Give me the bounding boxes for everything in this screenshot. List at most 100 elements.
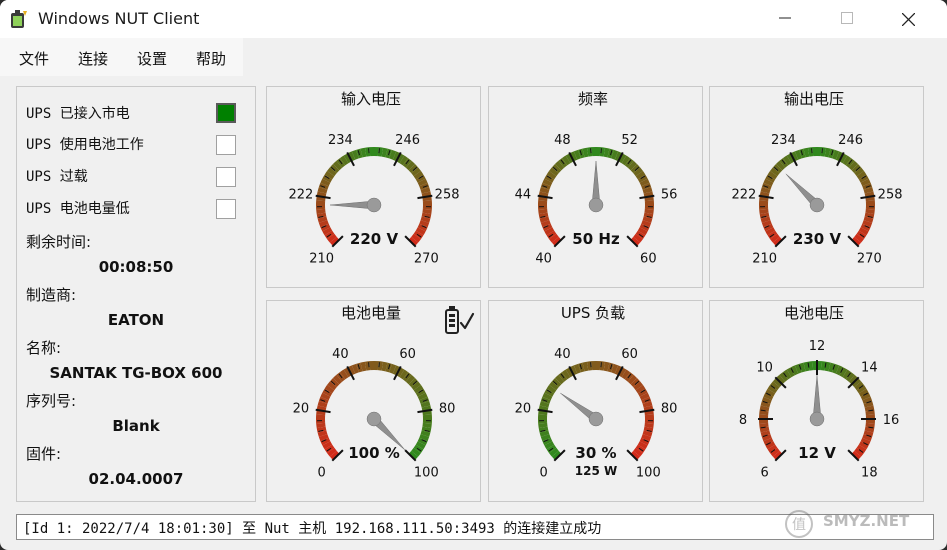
gauge-value: 230 V bbox=[793, 230, 842, 248]
gauge-band-segment bbox=[644, 414, 654, 419]
window-title: Windows NUT Client bbox=[38, 9, 200, 28]
gauge-tick-label: 40 bbox=[332, 347, 349, 362]
firmware-value: 02.04.0007 bbox=[88, 470, 184, 488]
status-low-battery-checkbox[interactable] bbox=[216, 199, 236, 219]
status-online-checkbox[interactable] bbox=[216, 103, 236, 123]
status-online-label: UPS 已接入市电 bbox=[26, 106, 130, 122]
watermark: 值 SMYZ.NET bbox=[783, 509, 933, 539]
status-on-battery-checkbox[interactable] bbox=[216, 135, 236, 155]
gauge-title: UPS 负载 bbox=[561, 304, 625, 322]
gauge-title: 频率 bbox=[578, 90, 608, 108]
menu-file[interactable]: 文件 bbox=[19, 48, 49, 69]
gauge-band-segment bbox=[316, 200, 326, 205]
close-button[interactable] bbox=[885, 0, 931, 38]
title-bar[interactable]: Windows NUT Client bbox=[0, 0, 947, 38]
gauge-tick-label: 222 bbox=[731, 187, 756, 202]
svg-text:值: 值 bbox=[792, 517, 806, 533]
gauge-input-voltage: 输入电压 210 222 234 246 258 270 220 V bbox=[266, 86, 481, 288]
gauge-tick-label: 100 bbox=[636, 465, 661, 480]
gauge-tick-label: 14 bbox=[861, 361, 878, 376]
gauge-battery-charge: 电池电量 0 20 40 60 80 100 100 % bbox=[266, 300, 481, 502]
gauge-tick-label: 56 bbox=[661, 187, 678, 202]
gauge-tick-label: 40 bbox=[535, 251, 552, 266]
gauge-tick-label: 18 bbox=[861, 465, 878, 480]
gauge-band-segment bbox=[369, 147, 374, 157]
gauge-band-segment bbox=[538, 414, 548, 419]
serial-label: 序列号: bbox=[26, 392, 77, 410]
serial-value: Blank bbox=[112, 417, 160, 435]
gauge-hub bbox=[366, 197, 382, 213]
gauge-tick-label: 6 bbox=[761, 465, 769, 480]
gauge-svg: 输入电压 210 222 234 246 258 270 220 V bbox=[288, 90, 460, 266]
gauge-tick-label: 258 bbox=[878, 187, 903, 202]
gauge-tick-label: 210 bbox=[752, 251, 777, 266]
gauge-tick-label: 8 bbox=[739, 413, 747, 428]
maximize-button[interactable] bbox=[824, 0, 870, 38]
model-value: SANTAK TG-BOX 600 bbox=[49, 364, 223, 382]
watermark-logo-icon: 值 bbox=[785, 510, 813, 538]
gauge-band-segment bbox=[374, 147, 379, 157]
gauge-band-segment bbox=[422, 414, 432, 419]
menu-connect[interactable]: 连接 bbox=[78, 48, 108, 69]
gauge-band-segment bbox=[591, 147, 596, 157]
gauge-tick-label: 0 bbox=[318, 465, 326, 480]
gauge-band-segment bbox=[644, 200, 654, 205]
menu-help[interactable]: 帮助 bbox=[196, 48, 226, 69]
gauge-band-segment bbox=[596, 147, 601, 157]
log-message: [Id 1: 2022/7/4 18:01:30] 至 Nut 主机 192.1… bbox=[23, 521, 602, 537]
gauge-svg: 电池电压 6 8 10 12 14 16 18 12 V bbox=[739, 304, 899, 480]
gauge-hub bbox=[588, 411, 604, 427]
maximize-icon bbox=[841, 12, 853, 24]
app-window: Windows NUT Client 文件 连接 设置 帮助 UPS 已接入市电… bbox=[0, 0, 947, 550]
gauge-tick-label: 20 bbox=[293, 401, 310, 416]
close-icon bbox=[901, 12, 915, 27]
gauge-band-segment bbox=[817, 147, 822, 157]
gauge-value: 50 Hz bbox=[572, 230, 620, 248]
gauge-hub bbox=[366, 411, 382, 427]
minimize-button[interactable] bbox=[762, 0, 808, 38]
gauge-hub bbox=[809, 197, 825, 213]
menu-bar: 文件 连接 设置 帮助 bbox=[0, 38, 947, 76]
gauge-value: 30 % bbox=[575, 444, 616, 462]
gauge-output-voltage: 输出电压 210 222 234 246 258 270 230 V bbox=[709, 86, 924, 288]
gauge-tick-label: 100 bbox=[414, 465, 439, 480]
gauge-svg: UPS 负载 0 20 40 60 80 100 30 % 125 W bbox=[515, 304, 678, 480]
gauge-svg: 输出电压 210 222 234 246 258 270 230 V bbox=[731, 90, 903, 266]
gauge-tick-label: 20 bbox=[515, 401, 532, 416]
gauge-battery-voltage: 电池电压 6 8 10 12 14 16 18 12 V bbox=[709, 300, 924, 502]
gauge-tick-label: 12 bbox=[809, 339, 826, 354]
gauge-title: 输入电压 bbox=[341, 90, 401, 108]
gauge-band-segment bbox=[596, 361, 601, 371]
gauge-band-segment bbox=[812, 147, 817, 157]
gauge-tick-label: 246 bbox=[395, 133, 420, 148]
gauge-value: 220 V bbox=[350, 230, 399, 248]
app-icon bbox=[11, 10, 27, 28]
gauge-title: 输出电压 bbox=[784, 90, 844, 108]
gauge-hub bbox=[809, 411, 825, 427]
gauge-tick-label: 0 bbox=[540, 465, 548, 480]
gauge-tick-label: 270 bbox=[857, 251, 882, 266]
gauge-ups-load: UPS 负载 0 20 40 60 80 100 30 % 125 W bbox=[488, 300, 703, 502]
gauge-svg: 频率 40 44 48 52 56 60 50 Hz bbox=[515, 90, 678, 266]
gauge-tick-label: 80 bbox=[439, 401, 456, 416]
gauge-tick-label: 40 bbox=[554, 347, 571, 362]
status-overload-checkbox[interactable] bbox=[216, 167, 236, 187]
gauge-title: 电池电压 bbox=[784, 304, 844, 322]
gauge-tick-label: 258 bbox=[435, 187, 460, 202]
gauge-tick-label: 10 bbox=[756, 361, 773, 376]
gauge-band-segment bbox=[422, 200, 432, 205]
gauge-tick-label: 210 bbox=[309, 251, 334, 266]
gauge-band-segment bbox=[865, 200, 875, 205]
status-on-battery-label: UPS 使用电池工作 bbox=[26, 137, 144, 153]
manufacturer-label: 制造商: bbox=[26, 286, 77, 304]
gauge-sub-value: 125 W bbox=[575, 464, 617, 478]
gauge-tick-label: 48 bbox=[554, 133, 571, 148]
gauge-tick-label: 52 bbox=[621, 133, 638, 148]
gauge-tick-label: 222 bbox=[288, 187, 313, 202]
gauge-band-segment bbox=[538, 200, 548, 205]
gauge-tick-label: 234 bbox=[328, 133, 353, 148]
menu-settings[interactable]: 设置 bbox=[137, 48, 167, 69]
gauge-tick-label: 234 bbox=[771, 133, 796, 148]
gauge-tick-label: 60 bbox=[399, 347, 416, 362]
gauge-band-segment bbox=[591, 361, 596, 371]
